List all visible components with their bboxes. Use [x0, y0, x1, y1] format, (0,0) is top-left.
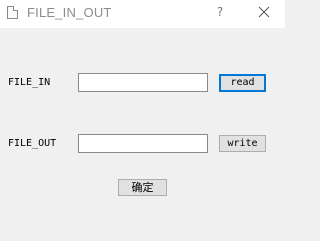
file-out-label: FILE_OUT [8, 138, 57, 149]
file-in-label: FILE_IN [8, 77, 51, 88]
title-bar[interactable]: FILE_IN_OUT ? [0, 0, 285, 28]
close-icon [258, 6, 270, 18]
confirm-button[interactable]: 确定 [118, 179, 167, 196]
help-button[interactable]: ? [211, 3, 229, 21]
file-out-input[interactable] [78, 134, 208, 153]
read-button[interactable]: read [219, 74, 266, 92]
file-in-input[interactable] [78, 73, 208, 92]
window-title: FILE_IN_OUT [27, 5, 112, 20]
write-button[interactable]: write [219, 135, 266, 152]
close-button[interactable] [254, 4, 274, 22]
document-icon [7, 6, 18, 19]
